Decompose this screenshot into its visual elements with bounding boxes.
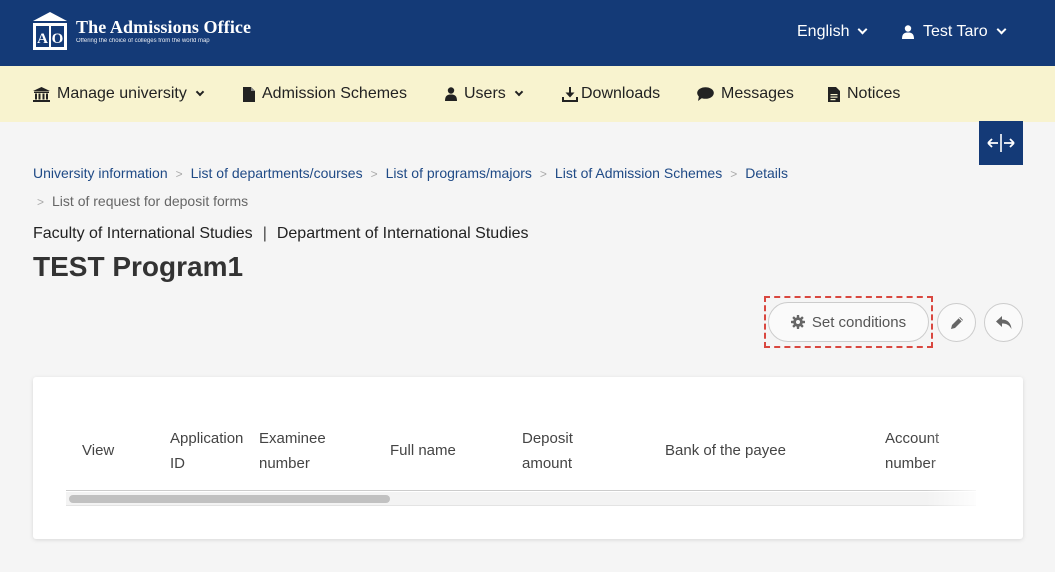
department-name: Department of International Studies [276,225,529,242]
column-header-full-name[interactable]: Full name [390,438,456,463]
logo[interactable]: A O The Admissions Office Offering the c… [32,11,251,51]
chevron-down-icon [996,24,1007,35]
nav-label: Admission Schemes [262,85,407,102]
nav-admission-schemes[interactable]: Admission Schemes [243,85,407,103]
breadcrumb-details[interactable]: Details [745,165,788,181]
logo-title: The Admissions Office [76,17,252,37]
chevron-down-icon [858,24,868,35]
breadcrumb-current: List of request for deposit forms [52,193,249,209]
back-button[interactable] [984,303,1023,342]
top-header: A O The Admissions Office Offering the c… [0,0,1055,66]
user-name: Test Taro [923,23,988,40]
gear-icon [790,315,805,329]
breadcrumb-separator: > [370,167,378,181]
nav-notices[interactable]: Notices [828,85,900,103]
language-label: English [797,23,850,40]
breadcrumb-programs[interactable]: List of programs/majors [386,165,532,181]
deposit-forms-table-card: View Application ID Examinee number Full… [33,377,1023,539]
breadcrumb-admission-schemes[interactable]: List of Admission Schemes [555,165,722,181]
logo-tagline: Offering the choice of colleges from the… [76,38,210,44]
breadcrumb-separator: > [175,167,183,181]
breadcrumb-separator: > [37,195,45,209]
logo-mark-letter-o: O [52,31,64,47]
column-header-application-id[interactable]: Application ID [170,426,243,476]
nav-downloads[interactable]: Downloads [562,85,660,103]
page-title: TEST Program1 [33,251,244,282]
faculty-name: Faculty of International Studies [33,225,253,242]
column-header-examinee-number[interactable]: Examinee number [259,426,326,476]
document-icon [828,86,840,102]
logo-mark-letter-a: A [37,31,48,47]
user-icon [902,25,914,39]
nav-label: Users [464,85,506,102]
breadcrumb-separator: > [730,167,738,181]
column-header-view[interactable]: View [82,438,114,463]
document-icon [243,86,255,102]
chevron-down-icon [514,87,524,97]
breadcrumb-departments[interactable]: List of departments/courses [191,165,363,181]
nav-label: Manage university [57,85,187,102]
nav-label: Downloads [581,85,661,102]
nav-label: Notices [847,85,901,102]
reply-arrow-icon [995,315,1011,329]
edit-button[interactable] [937,303,976,342]
column-header-bank-of-payee[interactable]: Bank of the payee [665,438,786,463]
scrollbar-thumb[interactable] [69,495,390,503]
overflow-fade [926,417,986,512]
set-conditions-button[interactable]: Set conditions [768,302,929,342]
user-icon [445,87,457,101]
pencil-icon [950,316,963,329]
expand-arrows-icon [987,134,1015,152]
faculty-department-line: Faculty of International Studies | Departm… [33,225,529,243]
breadcrumb-separator: > [539,167,547,181]
nav-label: Messages [721,85,794,102]
language-selector[interactable]: English [797,23,868,41]
nav-messages[interactable]: Messages [697,85,794,103]
nav-users[interactable]: Users [445,85,524,103]
horizontal-scrollbar[interactable] [66,492,976,506]
chevron-down-icon [195,87,205,97]
divider: | [262,225,267,242]
breadcrumb: University information > List of departmen… [33,160,853,216]
download-icon [562,86,578,102]
logo-mark-icon: A O [32,11,68,51]
expand-width-button[interactable] [979,121,1023,165]
breadcrumb-university-information[interactable]: University information [33,165,168,181]
university-icon [33,86,50,102]
column-header-deposit-amount[interactable]: Deposit amount [522,426,573,476]
table-header-divider [66,490,976,491]
user-menu[interactable]: Test Taro [902,23,1007,41]
set-conditions-label: Set conditions [811,313,907,331]
chat-bubble-icon [697,87,714,101]
nav-manage-university[interactable]: Manage university [33,85,205,103]
main-nav: Manage university Admission Schemes User… [0,66,1055,122]
